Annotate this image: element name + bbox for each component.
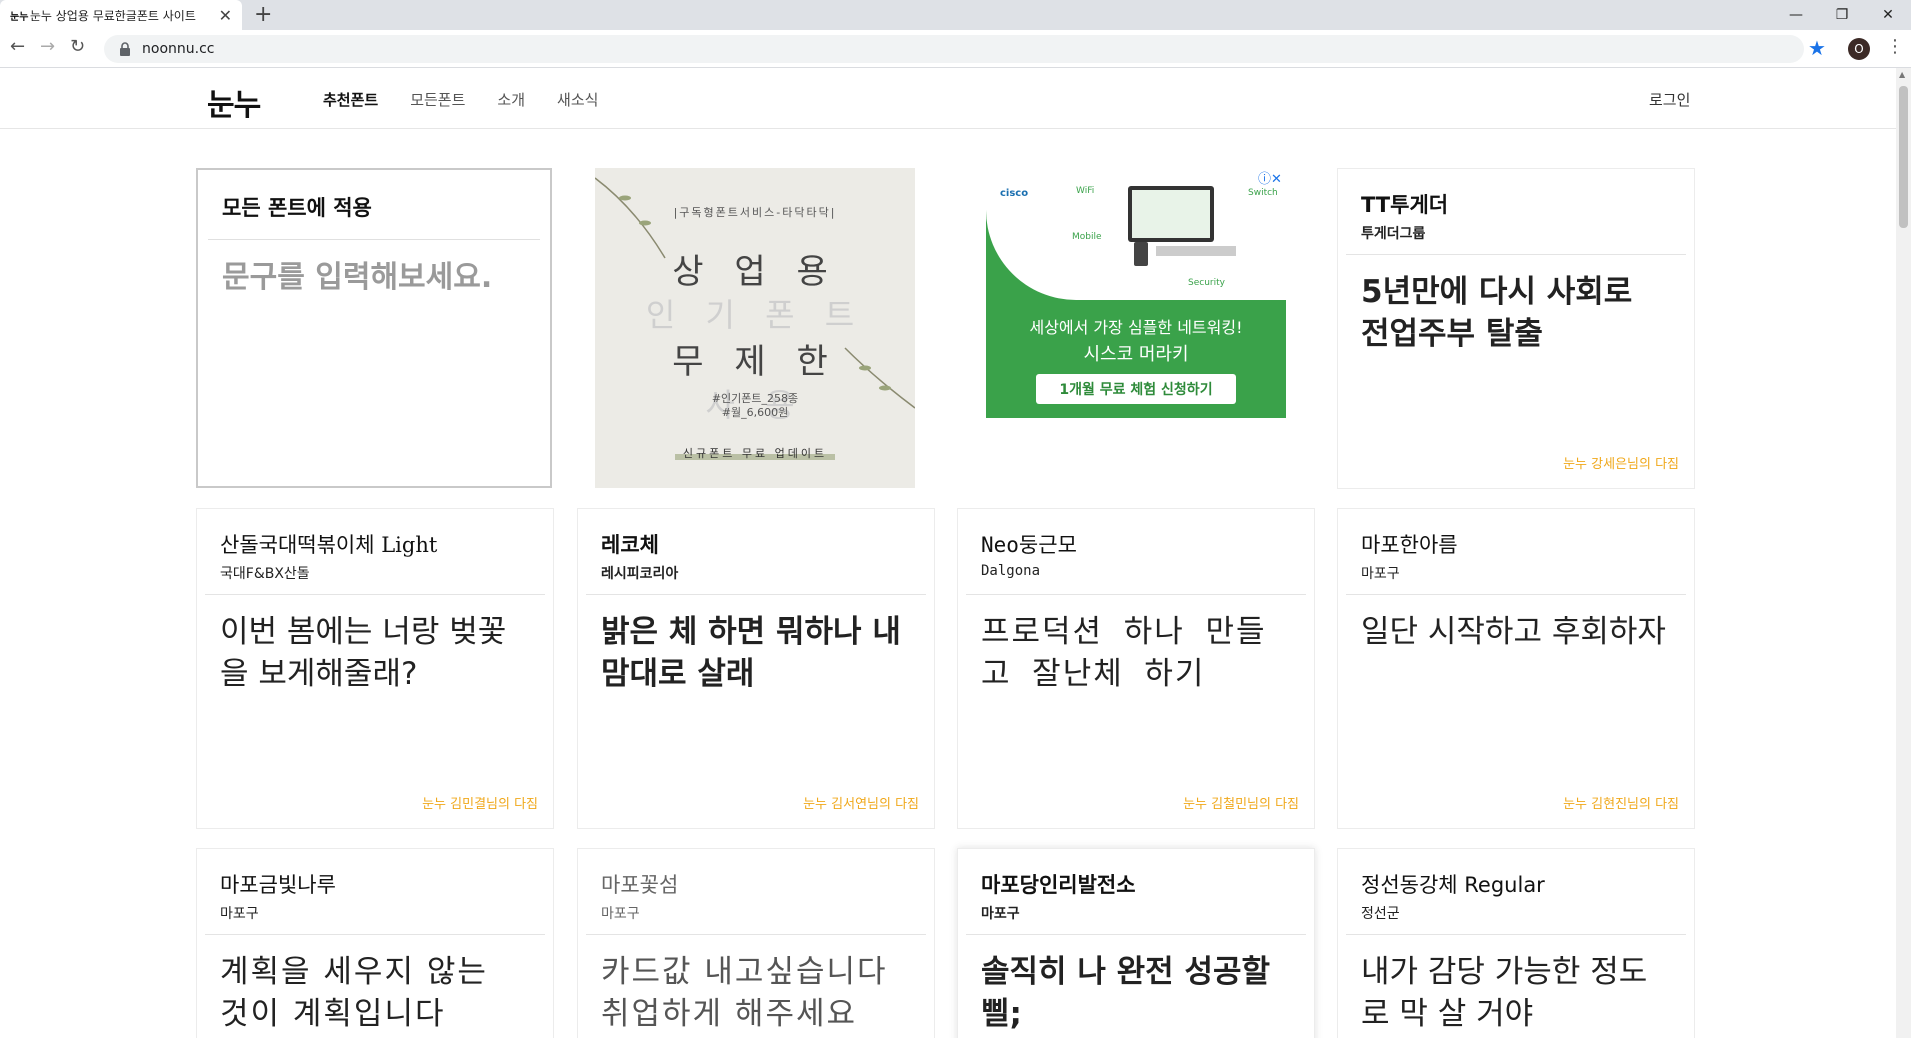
browser-menu-icon[interactable]: ⋮ [1886,36,1904,57]
scroll-up-icon[interactable]: ▲ [1899,70,1905,79]
url-text: noonnu.cc [142,41,215,57]
font-card[interactable]: Neo둥근모 Dalgona 프로덕션 하나 만들고 잘난체 하기 눈누 김철민… [957,508,1315,829]
font-preview-text: 프로덕션 하나 만들고 잘난체 하기 [981,614,1267,692]
subscription-font-ad[interactable]: |구독형폰트서비스-타닥타닥| 상 업 용 인 기 폰 트 무 제 한 사 용 … [595,168,915,488]
mobile-label: Mobile [1072,232,1102,242]
ad1-headline-1: 상 업 용 [672,252,838,292]
font-card[interactable]: 마포한아름 마포구 일단 시작하고 후회하자 눈누 김현진님의 다짐 [1337,508,1695,829]
ad-choices-icon[interactable]: ⓘ✕ [1258,168,1282,187]
font-card[interactable]: 산돌국대떡볶이체 Light 국대F&BX산돌 이번 봄에는 너랑 벚꽃을 보게… [196,508,554,829]
font-preview-text: 5년만에 다시 사회로 전업주부 탈출 [1361,274,1633,352]
site-header: 눈누 추천폰트 모든폰트 소개 새소식 로그인 [0,68,1896,129]
address-bar[interactable]: noonnu.cc [104,35,1804,63]
minimize-icon[interactable]: — [1773,0,1819,30]
window-controls: — ❐ ✕ [1773,0,1911,30]
preview-text-input[interactable] [222,260,522,295]
tab-favicon-icon: 눈누 [10,11,29,23]
profile-avatar[interactable]: O [1848,38,1870,60]
bookmark-star-icon[interactable]: ★ [1808,36,1826,60]
tab-close-icon[interactable]: ✕ [219,6,232,25]
font-author: Dalgona [981,563,1041,579]
font-author: 마포구 [1361,566,1400,582]
font-preview-text: 내가 감당 가능한 정도로 막 살 거야 [1361,954,1648,1032]
ad1-headline-2: 인 기 폰 트 [645,296,865,334]
ad2-headline-1: 세상에서 가장 심플한 네트워킹! [1029,318,1243,337]
font-card[interactable]: 레코체 레시피코리아 밝은 체 하면 뭐하나 내 맘대로 살래 눈누 김서연님의… [577,508,935,829]
scroll-thumb[interactable] [1899,86,1908,228]
font-preview-text: 밝은 체 하면 뭐하나 내 맘대로 살래 [601,614,901,692]
back-icon[interactable]: ← [10,36,25,57]
font-author: 마포구 [220,906,259,922]
site-logo[interactable]: 눈누 [207,80,261,124]
ad2-headline-2: 시스코 머라키 [1083,344,1189,365]
network-devices-icon [1128,186,1236,266]
free-trial-button[interactable]: 1개월 무료 체험 신청하기 [1036,374,1236,404]
tab-title: 눈누 상업용 무료한글폰트 사이트 [29,8,196,23]
ad1-headline-3: 무 제 한 [672,342,838,382]
font-name: 마포한아름 [1361,533,1458,557]
font-name: 마포금빛나루 [220,873,336,897]
nav-about[interactable]: 소개 [497,89,525,110]
font-author: 마포구 [601,906,640,922]
font-name: 정선동강체 Regular [1361,873,1545,897]
pledge-text: 눈누 김철민님의 다짐 [1183,797,1299,812]
ad1-update-note: 신규폰트 무료 업데이트 [682,447,828,460]
ad1-tagline: |구독형폰트서비스-타닥타닥| [673,206,837,219]
font-name: Neo둥근모 [981,533,1077,557]
font-author: 국대F&BX산돌 [220,566,310,582]
main-nav: 추천폰트 모든폰트 소개 새소식 [323,89,598,110]
browser-tab[interactable]: 눈누 눈누 상업용 무료한글폰트 사이트 ✕ [0,0,242,30]
font-author: 마포구 [981,906,1020,922]
font-author: 투게더그룹 [1361,226,1426,242]
apply-all-fonts-box: 모든 폰트에 적용 [196,168,552,488]
font-preview-text: 일단 시작하고 후회하자 [1361,614,1666,650]
font-name: 마포당인리발전소 [981,873,1136,897]
pledge-text: 눈누 김서연님의 다짐 [803,797,919,812]
font-card[interactable]: 마포당인리발전소 마포구 솔직히 나 완전 성공할 삘; [957,848,1315,1038]
lock-icon [120,42,130,56]
font-author: 정선군 [1361,906,1400,922]
font-preview-text: 솔직히 나 완전 성공할 삘; [981,954,1271,1032]
font-card[interactable]: 정선동강체 Regular 정선군 내가 감당 가능한 정도로 막 살 거야 [1337,848,1695,1038]
reload-icon[interactable]: ↻ [70,36,85,57]
nav-news[interactable]: 새소식 [557,89,598,110]
page-scrollbar[interactable]: ▲ [1896,68,1911,1038]
font-card[interactable]: TT투게더 투게더그룹 5년만에 다시 사회로 전업주부 탈출 눈누 강세은님의… [1337,168,1695,489]
cisco-meraki-ad[interactable]: cisco ⓘ✕ WiFi Switch Mobile Security 세상에… [986,168,1286,418]
security-label: Security [1188,278,1225,288]
pledge-text: 눈누 김현진님의 다짐 [1563,797,1679,812]
login-link[interactable]: 로그인 [1649,89,1690,110]
font-card[interactable]: 마포금빛나루 마포구 계획을 세우지 않는 것이 계획입니다 [196,848,554,1038]
nav-all-fonts[interactable]: 모든폰트 [410,89,465,110]
font-name: 산돌국대떡볶이체 Light [220,533,438,557]
font-preview-text: 계획을 세우지 않는 것이 계획입니다 [220,954,488,1032]
font-preview-text: 이번 봄에는 너랑 벚꽃을 보게해줄래? [220,614,507,692]
apply-all-title: 모든 폰트에 적용 [208,170,540,240]
switch-label: Switch [1248,188,1278,198]
font-author: 레시피코리아 [601,566,679,582]
cisco-logo: cisco [1000,188,1029,199]
close-window-icon[interactable]: ✕ [1865,0,1911,30]
wifi-label: WiFi [1076,186,1095,196]
font-name: 레코체 [601,533,659,557]
browser-toolbar: ← → ↻ noonnu.cc ★ O ⋮ [0,30,1911,68]
web-page: 눈누 추천폰트 모든폰트 소개 새소식 로그인 모든 폰트에 적용 |구독형폰트… [0,68,1896,1038]
font-name: TT투게더 [1361,193,1449,217]
browser-tab-bar: 눈누 눈누 상업용 무료한글폰트 사이트 ✕ + — ❐ ✕ [0,0,1911,30]
font-preview-text: 카드값 내고싶습니다 취업하게 해주세요 [601,954,888,1032]
ad1-price: #월_6,600원 [721,406,789,419]
font-card[interactable]: 마포꽃섬 마포구 카드값 내고싶습니다 취업하게 해주세요 [577,848,935,1038]
pledge-text: 눈누 김민결님의 다짐 [422,797,538,812]
new-tab-icon[interactable]: + [254,2,272,27]
restore-icon[interactable]: ❐ [1819,0,1865,30]
nav-recommended-fonts[interactable]: 추천폰트 [323,89,378,110]
pledge-text: 눈누 강세은님의 다짐 [1563,457,1679,472]
forward-icon[interactable]: → [40,36,55,57]
font-name: 마포꽃섬 [601,873,679,897]
